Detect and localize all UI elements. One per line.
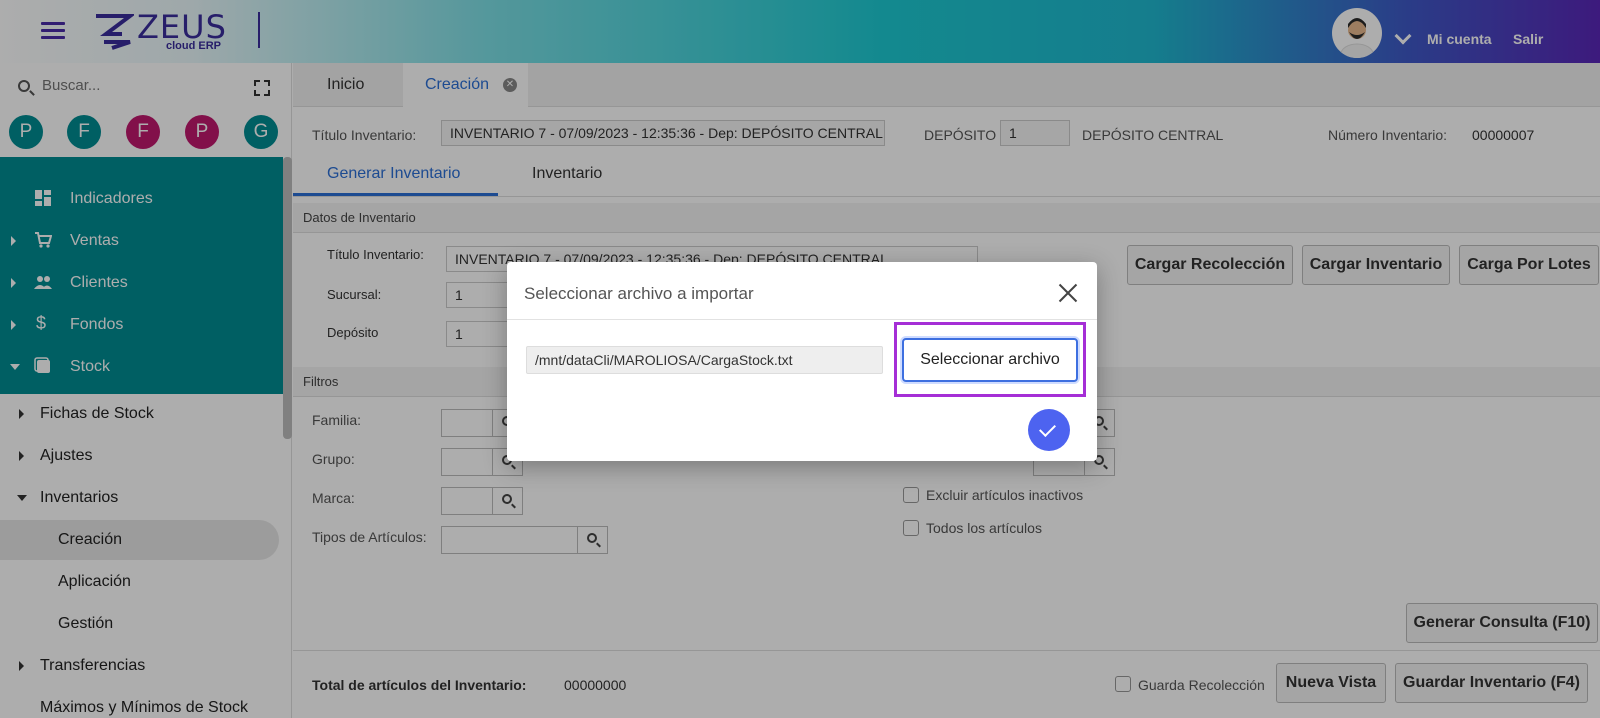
import-file-dialog: Seleccionar archivo a importar /mnt/data…: [507, 262, 1097, 461]
close-icon[interactable]: [1057, 282, 1079, 304]
file-path-field[interactable]: /mnt/dataCli/MAROLIOSA/CargaStock.txt: [526, 346, 883, 374]
dialog-title: Seleccionar archivo a importar: [524, 284, 754, 303]
confirm-check-icon[interactable]: [1028, 409, 1070, 451]
select-file-button[interactable]: Seleccionar archivo: [902, 338, 1078, 382]
dialog-divider: [507, 319, 1097, 320]
